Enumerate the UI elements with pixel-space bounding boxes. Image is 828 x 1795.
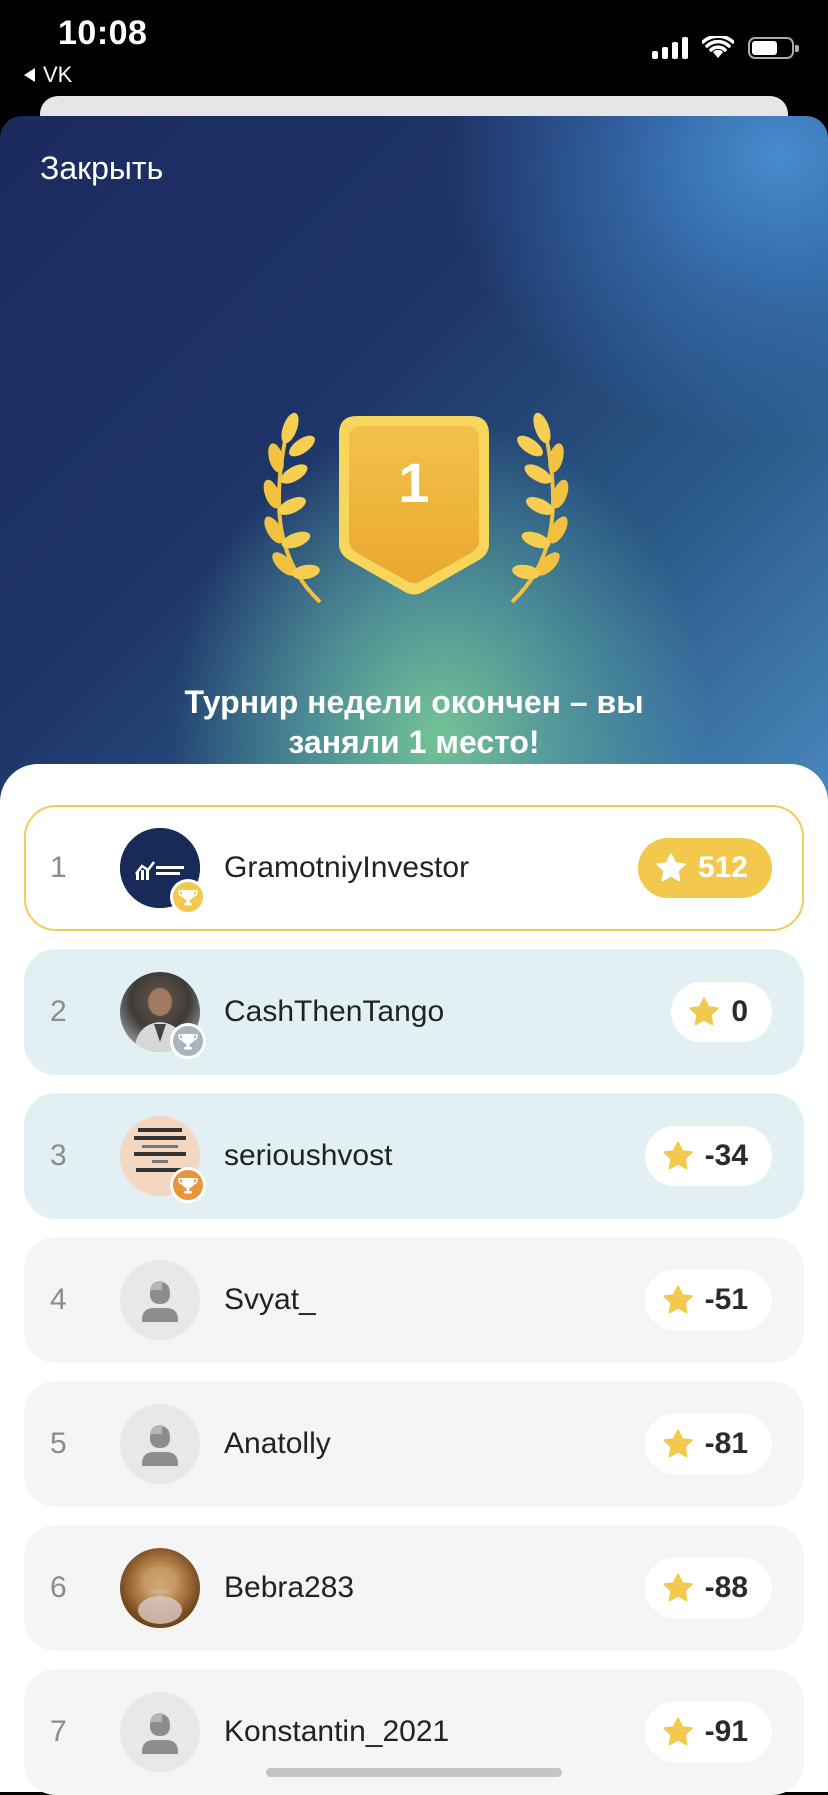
cellular-signal-icon <box>652 37 688 59</box>
place-badge-number: 1 <box>398 451 430 514</box>
score-pill: -81 <box>644 1414 772 1474</box>
laurel-left-icon <box>263 412 322 604</box>
star-icon <box>656 853 686 882</box>
leaderboard-row[interactable]: 4 Svyat_ -51 <box>24 1237 804 1363</box>
star-icon <box>663 1285 693 1314</box>
score-value: -34 <box>704 1139 748 1172</box>
row-username: Anatolly <box>224 1427 331 1460</box>
row-username: serioushvost <box>224 1139 393 1172</box>
row-rank: 1 <box>50 851 67 884</box>
row-rank: 7 <box>50 1715 67 1748</box>
score-value: 0 <box>731 995 748 1028</box>
row-rank: 6 <box>50 1571 67 1604</box>
status-time: 10:08 <box>58 14 148 52</box>
row-rank: 2 <box>50 995 67 1028</box>
score-pill: 512 <box>637 838 772 898</box>
leaderboard-row[interactable]: 2 CashThenTango 0 <box>24 949 804 1075</box>
avatar-placeholder <box>120 1260 200 1340</box>
row-rank: 4 <box>50 1283 67 1316</box>
wifi-icon <box>702 36 734 58</box>
title-line-2: заняли 1 место! <box>288 724 540 760</box>
system-icons <box>652 36 799 60</box>
tournament-hero: Закрыть 1 Турнир недели окончен – вы зан… <box>0 116 828 836</box>
back-to-app-button[interactable]: VK <box>24 62 72 88</box>
score-value: -81 <box>704 1427 748 1460</box>
back-arrow-icon <box>24 68 35 82</box>
star-icon <box>689 997 719 1026</box>
row-rank: 3 <box>50 1139 67 1172</box>
status-bar: 10:08 VK <box>0 0 828 100</box>
score-pill: -88 <box>644 1558 772 1618</box>
row-username: CashThenTango <box>224 995 445 1028</box>
score-pill: -51 <box>644 1270 772 1330</box>
user-placeholder-icon <box>120 1404 200 1484</box>
user-placeholder-icon <box>120 1260 200 1340</box>
leaderboard-panel: 1 GramotniyInvestor 512 2 CashThenTango … <box>0 764 828 1795</box>
title-line-1: Турнир недели окончен – вы <box>184 684 644 720</box>
star-icon <box>663 1429 693 1458</box>
battery-icon <box>748 37 799 59</box>
user-placeholder-icon <box>120 1692 200 1772</box>
row-username: Bebra283 <box>224 1571 355 1604</box>
score-value: -51 <box>704 1283 748 1316</box>
avatar-placeholder <box>120 1692 200 1772</box>
back-app-label: VK <box>43 62 73 87</box>
leaderboard-row[interactable]: 3 serioushvost -34 <box>24 1093 804 1219</box>
score-value: 512 <box>697 851 748 884</box>
leaderboard-row[interactable]: 6 Bebra283 -88 <box>24 1525 804 1651</box>
score-pill: 0 <box>671 982 772 1042</box>
close-button[interactable]: Закрыть <box>40 150 163 187</box>
star-icon <box>663 1141 693 1170</box>
gold-trophy-icon <box>170 879 206 915</box>
score-pill: -91 <box>644 1702 772 1762</box>
row-username: Svyat_ <box>224 1283 316 1316</box>
blurry-photo-icon <box>138 1566 182 1624</box>
home-indicator[interactable] <box>266 1768 562 1777</box>
leaderboard-row[interactable]: 1 GramotniyInvestor 512 <box>24 805 804 931</box>
laurel-right-icon <box>510 412 569 604</box>
leaderboard-row[interactable]: 5 Anatolly -81 <box>24 1381 804 1507</box>
avatar-placeholder <box>120 1404 200 1484</box>
star-icon <box>663 1717 693 1746</box>
score-pill: -34 <box>644 1126 772 1186</box>
bronze-trophy-icon <box>170 1167 206 1203</box>
silver-trophy-icon <box>170 1023 206 1059</box>
row-rank: 5 <box>50 1427 67 1460</box>
score-value: -88 <box>704 1571 748 1604</box>
score-value: -91 <box>704 1715 748 1748</box>
star-icon <box>663 1573 693 1602</box>
row-username: GramotniyInvestor <box>224 851 470 884</box>
tournament-result-title: Турнир недели окончен – вы заняли 1 мест… <box>0 682 828 762</box>
avatar-photo <box>120 1548 200 1628</box>
